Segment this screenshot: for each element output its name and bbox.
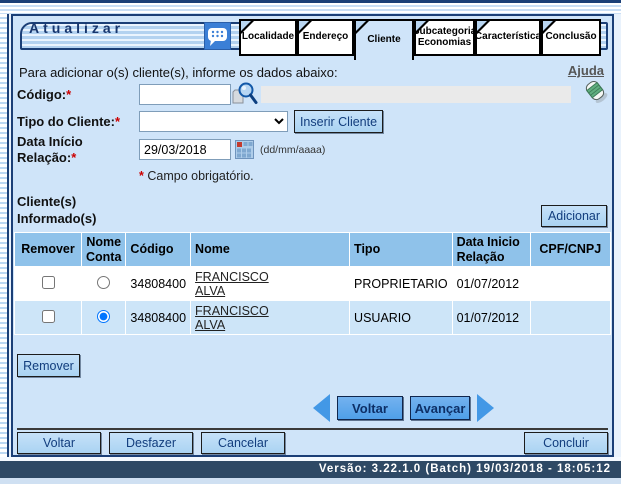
left-striped-band (0, 14, 9, 457)
codigo-name-readonly-field (261, 86, 571, 103)
client-name-link[interactable]: FRANCISCO ALVA (195, 270, 290, 298)
tab-label: Característica (475, 32, 541, 43)
tab-label: Localidade (242, 32, 294, 43)
remover-button[interactable]: Remover (17, 354, 80, 377)
data-inicio-label: Data Início Relação:* (17, 134, 103, 167)
desfazer-button[interactable]: Desfazer (109, 432, 193, 454)
col-data-inicio: Data Inicio Relação (453, 233, 530, 266)
date-format-hint: (dd/mm/aaaa) (260, 144, 325, 156)
search-icon[interactable] (232, 81, 258, 107)
remove-checkbox[interactable] (42, 310, 55, 323)
table-row: 34808400 FRANCISCO ALVA PROPRIETARIO 01/07/… (15, 267, 610, 300)
col-remover: Remover (15, 233, 81, 266)
account-name-radio[interactable] (97, 276, 110, 289)
calendar-icon[interactable] (235, 140, 254, 159)
divider (17, 428, 608, 430)
clients-table: Remover Nome Conta Código Nome Tipo Data… (14, 232, 611, 335)
client-code: 34808400 (130, 311, 186, 325)
remove-checkbox[interactable] (42, 276, 55, 289)
tab-label: Conclusão (545, 32, 596, 43)
cancelar-button[interactable]: Cancelar (201, 432, 285, 454)
tab-endere-o[interactable]: Endereço (297, 19, 354, 56)
tab-caracter-stica[interactable]: Característica (475, 19, 541, 56)
client-type-select[interactable] (139, 111, 288, 132)
version-status-bar: Versão: 3.22.1.0 (Batch) 19/03/2018 - 18… (0, 461, 621, 478)
wizard-back-button[interactable]: Voltar (337, 396, 403, 420)
eraser-icon[interactable] (582, 75, 610, 107)
tab-localidade[interactable]: Localidade (239, 19, 297, 56)
client-start-date: 01/07/2012 (457, 277, 520, 291)
data-inicio-input[interactable] (139, 139, 231, 160)
tab-label: Cliente (367, 35, 400, 46)
tab-subcategoria-economias[interactable]: Subcategoria Economias (414, 19, 475, 56)
tab-cliente[interactable]: Cliente (354, 19, 414, 60)
adicionar-button[interactable]: Adicionar (541, 205, 607, 227)
tipo-cliente-label: Tipo do Cliente:* (17, 114, 120, 129)
col-nome-conta: Nome Conta (82, 233, 125, 266)
main-panel: Atualizar Localidade Endereço Cliente Subca… (11, 14, 614, 457)
account-name-radio[interactable] (97, 310, 110, 323)
inserir-cliente-button[interactable]: Inserir Cliente (294, 110, 383, 133)
footer-under-band (0, 478, 621, 484)
col-cpf-cnpj: CPF/CNPJ (531, 233, 610, 266)
arrow-right-icon[interactable] (477, 394, 494, 422)
tab-bar: Localidade Endereço Cliente Subcategoria Ec… (239, 19, 601, 59)
col-nome: Nome (191, 233, 349, 266)
top-striped-band (0, 3, 621, 14)
client-type: USUARIO (354, 311, 411, 325)
intro-text: Para adicionar o(s) cliente(s), informe … (19, 65, 338, 80)
concluir-button[interactable]: Concluir (524, 432, 608, 454)
client-table-body: 34808400 FRANCISCO ALVA PROPRIETARIO 01/07/… (15, 267, 610, 334)
arrow-left-icon[interactable] (313, 394, 330, 422)
client-type: PROPRIETARIO (354, 277, 448, 291)
page-title: Atualizar (29, 20, 124, 36)
voltar-button[interactable]: Voltar (17, 432, 101, 454)
table-row: 34808400 FRANCISCO ALVA USUARIO 01/07/2012 (15, 301, 610, 334)
tab-label: Subcategoria Economias (414, 27, 475, 48)
col-tipo: Tipo (350, 233, 452, 266)
application-window: Atualizar Localidade Endereço Cliente Subca… (0, 0, 621, 484)
table-header-row: Remover Nome Conta Código Nome Tipo Data… (15, 233, 610, 266)
tab-conclus-o[interactable]: Conclusão (541, 19, 601, 56)
wizard-nav: Voltar Avançar (313, 394, 494, 422)
required-field-note: * Campo obrigatório. (139, 169, 254, 183)
codigo-label: Código:* (17, 87, 71, 102)
client-start-date: 01/07/2012 (457, 311, 520, 325)
client-name-link[interactable]: FRANCISCO ALVA (195, 304, 290, 332)
tab-label: Endereço (303, 32, 349, 43)
col-codigo: Código (126, 233, 190, 266)
speech-bubble-icon[interactable] (204, 22, 231, 50)
codigo-input[interactable] (139, 84, 231, 105)
wizard-next-button[interactable]: Avançar (410, 396, 470, 420)
client-code: 34808400 (130, 277, 186, 291)
clients-section-title: Cliente(s) Informado(s) (17, 194, 117, 228)
